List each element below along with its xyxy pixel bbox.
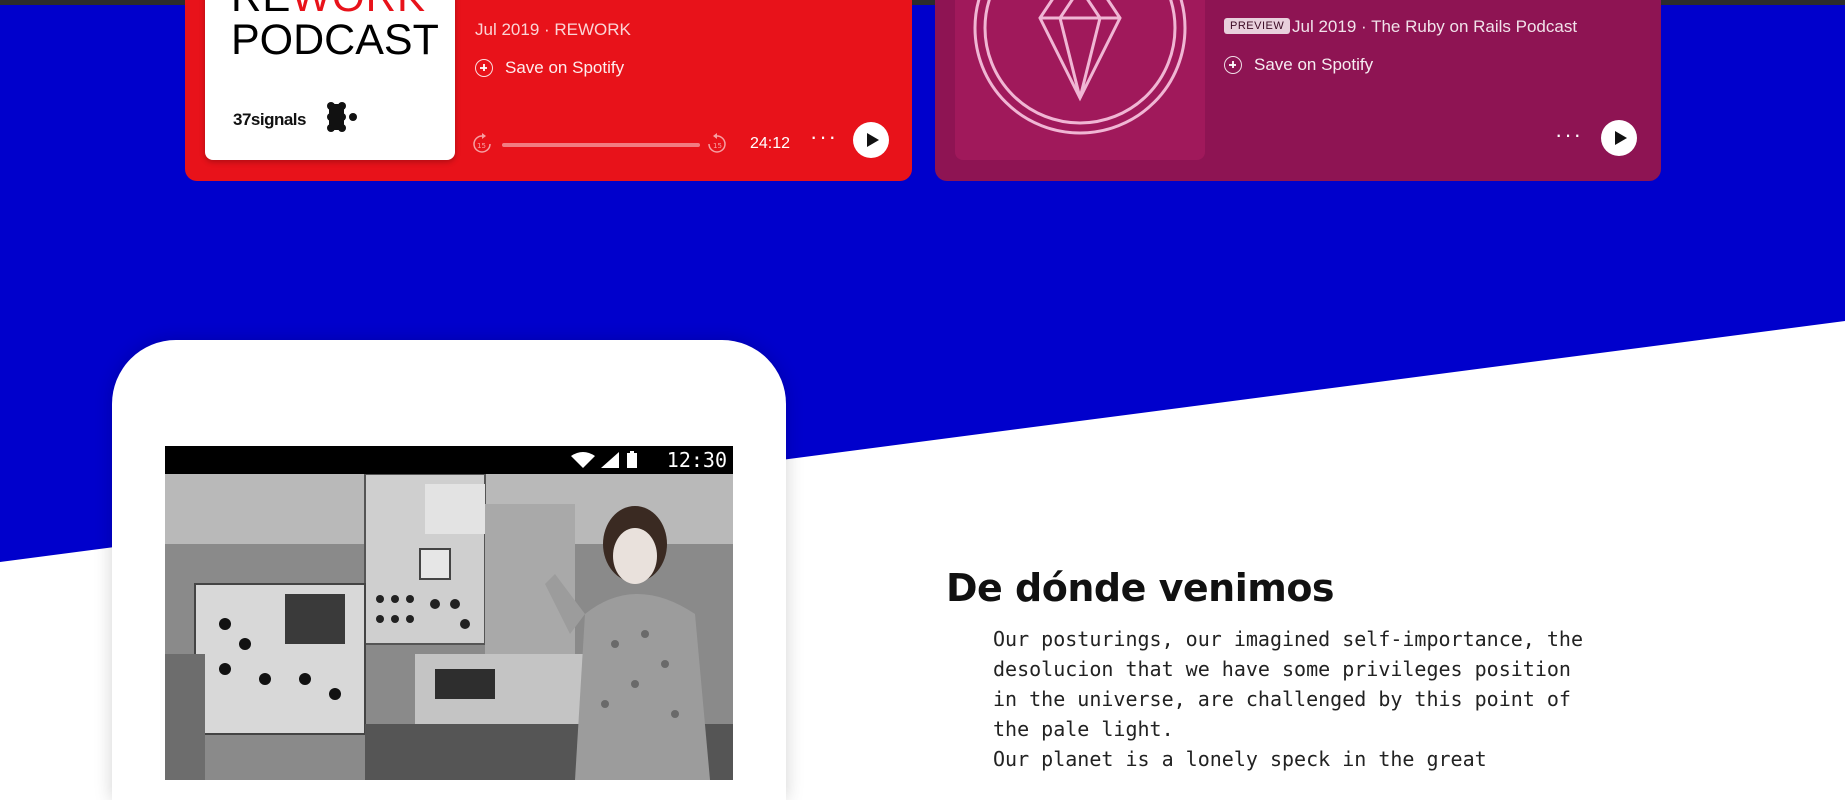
play-button[interactable]: [853, 122, 889, 158]
podcast-card-rework: REWORK PODCAST 37signals Jul 2019 · REWO…: [185, 0, 912, 181]
play-button[interactable]: [1601, 120, 1637, 156]
cover-brand-text: 37signals: [233, 110, 307, 129]
status-time: 12:30: [666, 448, 727, 472]
cover-title-podcast: PODCAST: [231, 16, 439, 64]
skip-back-15-icon[interactable]: 15: [470, 132, 494, 156]
episode-meta: Jul 2019 · The Ruby on Rails Podcast: [1292, 17, 1578, 36]
37signals-logo-icon: [327, 102, 357, 132]
skip-forward-15-icon[interactable]: 15: [705, 132, 729, 156]
episode-meta: Jul 2019 · REWORK: [475, 20, 631, 39]
ruby-gem-logo-icon: [973, 0, 1187, 135]
save-on-spotify-button[interactable]: Save on Spotify: [1224, 55, 1373, 75]
episode-duration: 24:12: [750, 135, 791, 152]
save-on-spotify-label: Save on Spotify: [1254, 55, 1374, 74]
save-on-spotify-button[interactable]: Save on Spotify: [475, 58, 624, 78]
progress-bar[interactable]: [502, 143, 700, 147]
section-heading: De dónde venimos: [946, 566, 1335, 610]
phone-screen: 12:30: [165, 446, 733, 780]
plus-circle-icon: [1224, 56, 1242, 74]
plus-circle-icon: [475, 59, 493, 77]
more-options-icon[interactable]: ···: [810, 126, 838, 148]
ruby-cover-art: [955, 0, 1205, 160]
rework-cover-art: REWORK PODCAST 37signals: [205, 0, 455, 160]
svg-text:15: 15: [477, 142, 486, 150]
svg-text:15: 15: [713, 142, 722, 150]
status-icons: [571, 451, 637, 468]
save-on-spotify-label: Save on Spotify: [505, 58, 625, 77]
more-options-icon[interactable]: ···: [1555, 124, 1583, 146]
podcast-card-ruby-on-rails: PREVIEW Jul 2019 · The Ruby on Rails Pod…: [935, 0, 1661, 181]
photo-woman-at-computer-console: [165, 474, 733, 780]
section-body-text: Our posturings, our imagined self-import…: [993, 627, 1584, 771]
phone-status-bar: 12:30: [165, 446, 733, 474]
preview-badge: PREVIEW: [1224, 18, 1291, 34]
